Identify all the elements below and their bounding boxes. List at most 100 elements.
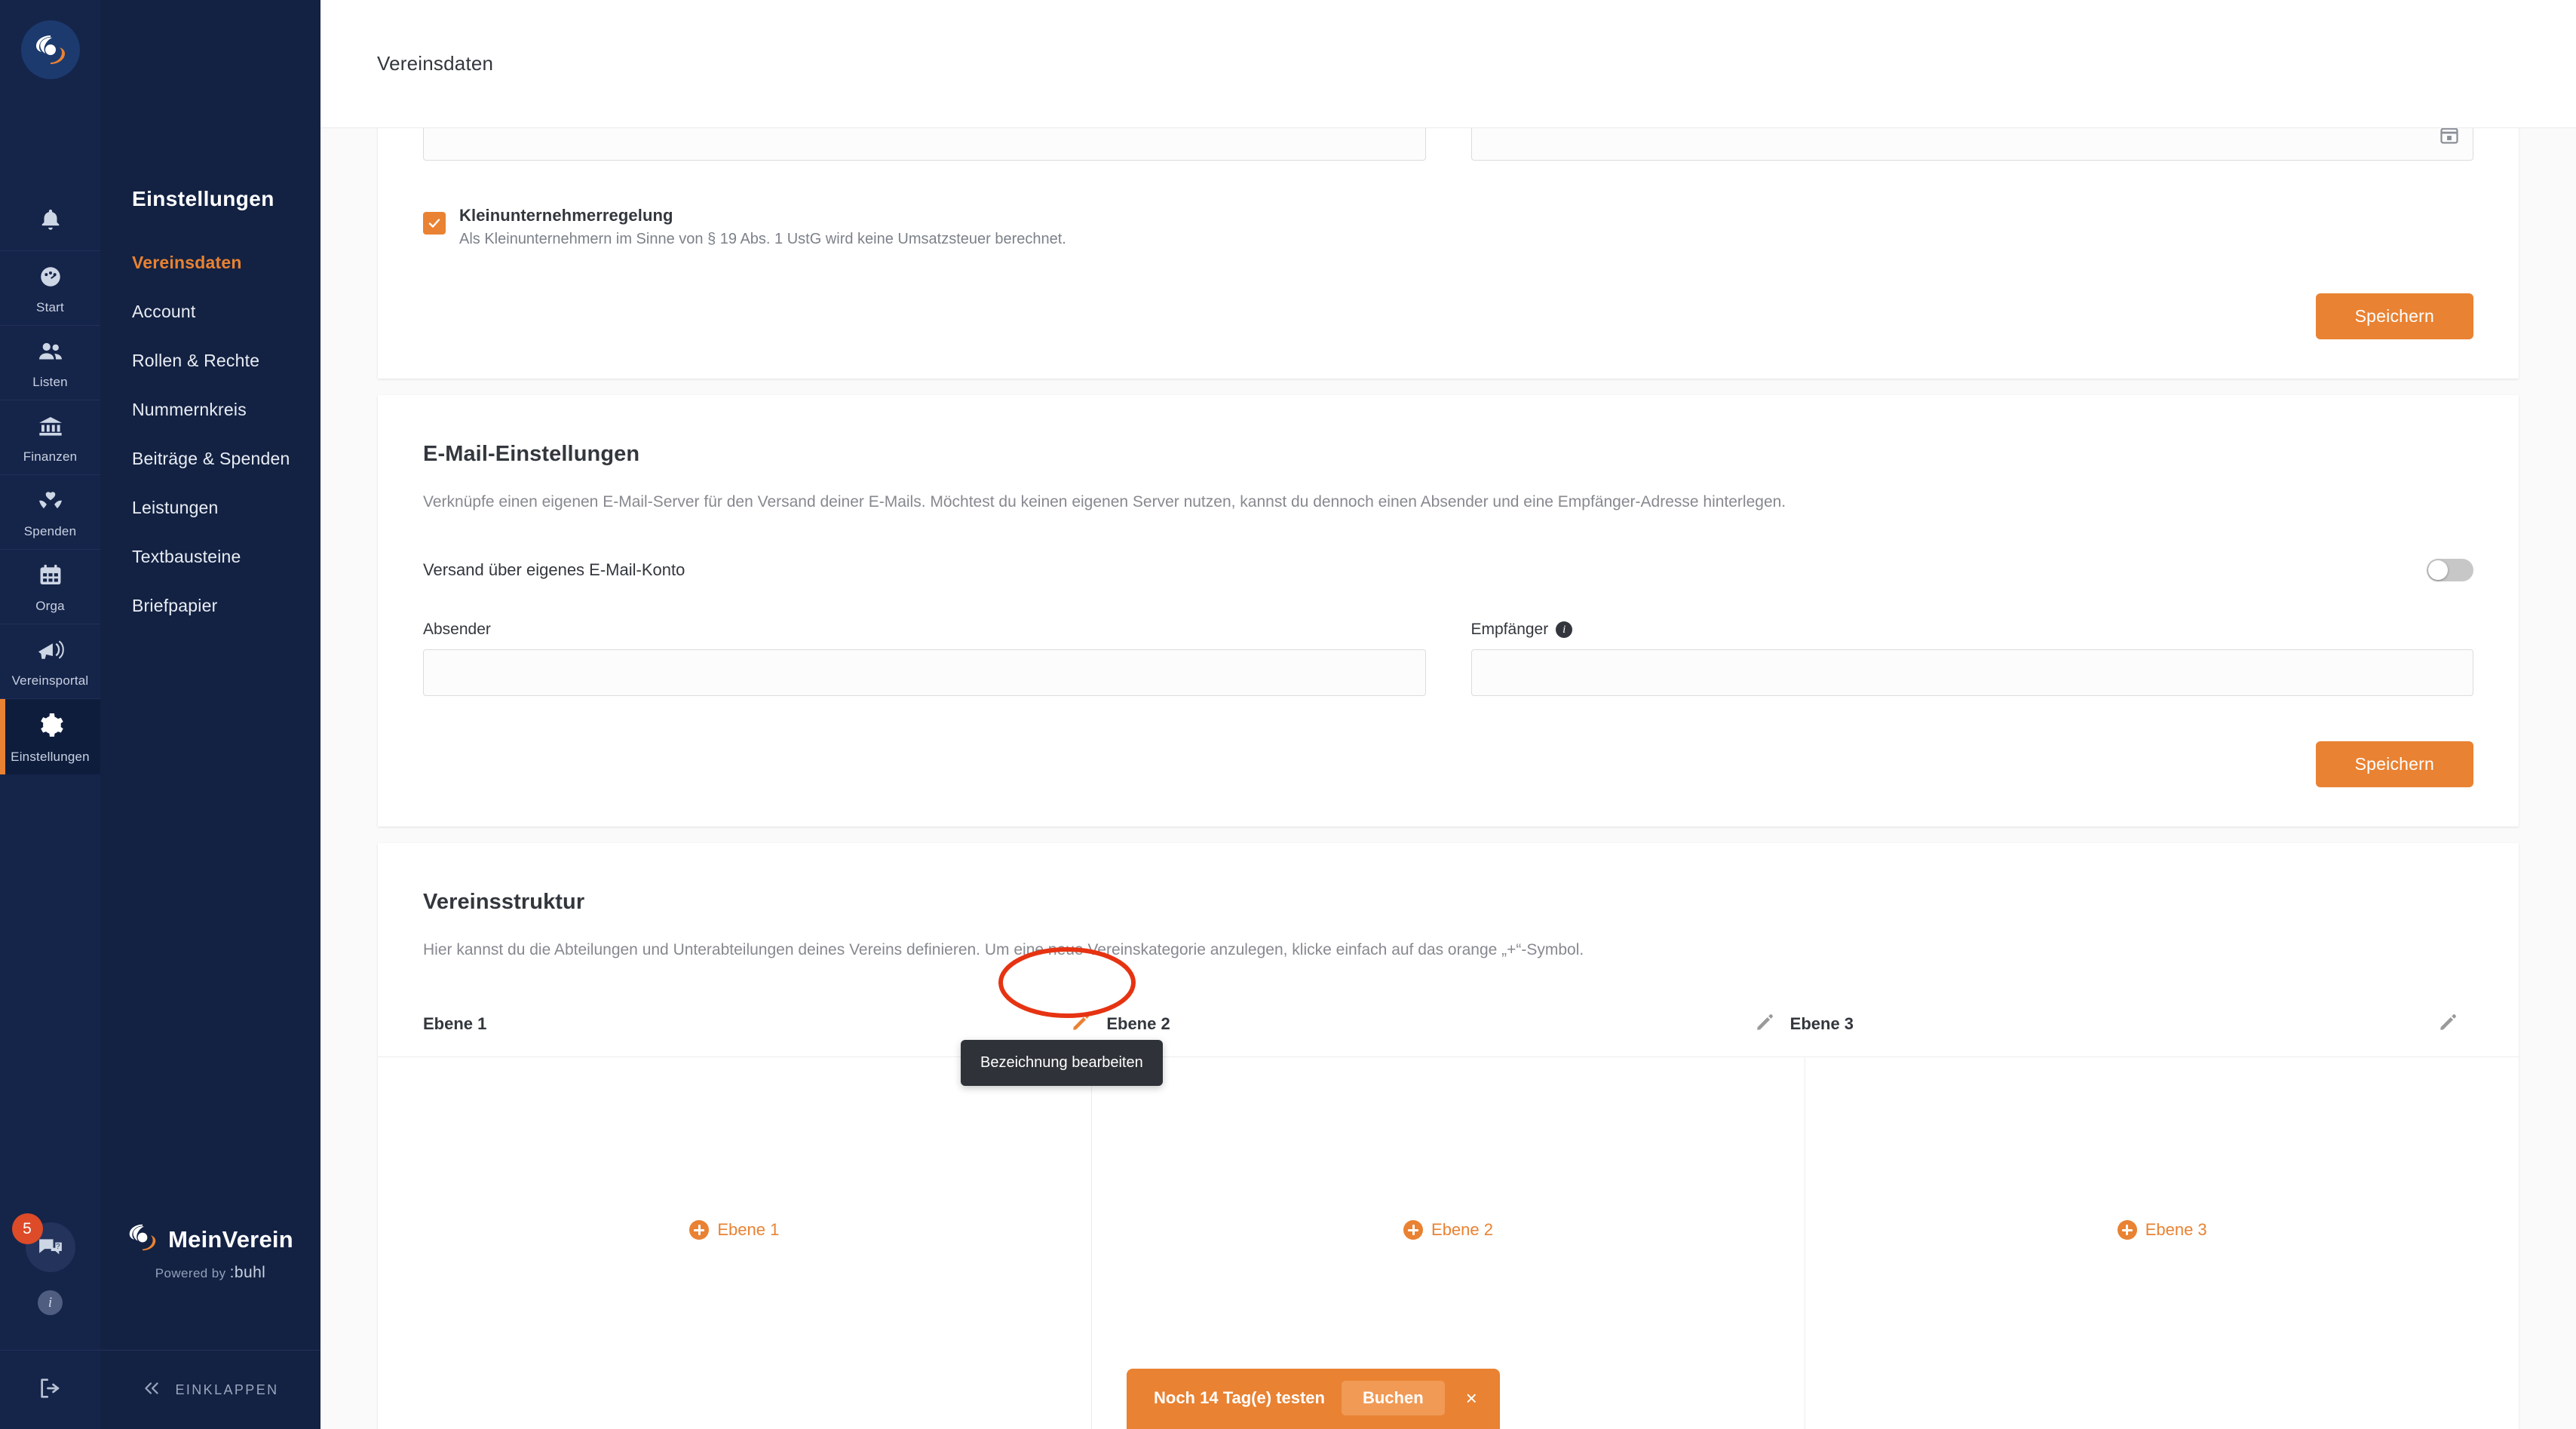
add-label: Ebene 1: [717, 1220, 780, 1240]
rail-item-label: Finanzen: [23, 449, 78, 464]
main-content: Kleinunternehmerregelung Als Kleinuntern…: [320, 128, 2576, 1429]
rail-item-orga[interactable]: Orga: [0, 549, 100, 624]
recipient-input[interactable]: [1470, 649, 2473, 697]
add-ebene-2-button[interactable]: Ebene 2: [1403, 1220, 1493, 1240]
level-header-3: Ebene 3: [1790, 1012, 2473, 1056]
rail-item-label: Listen: [32, 375, 68, 389]
rail-item-label: Vereinsportal: [11, 673, 89, 688]
rail-item-vereinsportal[interactable]: Vereinsportal: [0, 624, 100, 698]
page-header: Vereinsdaten: [320, 0, 2576, 128]
sidebar-item-textbausteine[interactable]: Textbausteine: [100, 532, 320, 581]
save-button-vereinsdaten[interactable]: Speichern: [2315, 293, 2473, 339]
rail-item-label: Orga: [35, 599, 65, 613]
sidebar-nav: Vereinsdaten Account Rollen & Rechte Num…: [100, 238, 320, 630]
rail-item-start[interactable]: Start: [0, 250, 100, 325]
kleinunternehmer-checkbox-row[interactable]: Kleinunternehmerregelung Als Kleinuntern…: [423, 206, 2473, 248]
sidebar-item-beitraege-spenden[interactable]: Beiträge & Spenden: [100, 434, 320, 483]
icon-rail: Start Listen Finanzen Spenden Orga Verei…: [0, 0, 100, 1429]
level-title: Ebene 2: [1106, 1014, 1170, 1034]
app-root: Start Listen Finanzen Spenden Orga Verei…: [0, 0, 2576, 1429]
checkbox-subtitle: Als Kleinunternehmern im Sinne von § 19 …: [459, 231, 1066, 247]
sender-label-text: Absender: [423, 621, 491, 639]
people-icon: [37, 339, 64, 368]
megaphone-icon: [36, 637, 65, 667]
vereinsdaten-card: Kleinunternehmerregelung Als Kleinuntern…: [378, 128, 2519, 379]
rail-item-label: Start: [36, 300, 64, 314]
rail-item-spenden[interactable]: Spenden: [0, 474, 100, 549]
add-ebene-3-button[interactable]: Ebene 3: [2117, 1220, 2207, 1240]
add-label: Ebene 2: [1431, 1220, 1493, 1240]
toggle-knob: [2428, 560, 2448, 581]
rail-item-finanzen[interactable]: Finanzen: [0, 400, 100, 474]
rail-item-einstellungen[interactable]: Einstellungen: [0, 698, 100, 774]
rail-item-listen[interactable]: Listen: [0, 325, 100, 400]
email-own-account-toggle[interactable]: [2427, 559, 2473, 582]
level-title: Ebene 3: [1789, 1014, 1854, 1034]
close-icon[interactable]: ×: [1461, 1388, 1482, 1408]
sidebar-item-briefpapier[interactable]: Briefpapier: [100, 581, 320, 630]
vereinsstruktur-card: Vereinsstruktur Hier kannst du die Abtei…: [378, 843, 2519, 1429]
pencil-icon[interactable]: [2437, 1012, 2458, 1037]
buchen-button[interactable]: Buchen: [1341, 1381, 1445, 1415]
email-toggle-label: Versand über eigenes E-Mail-Konto: [423, 560, 685, 580]
checkbox-checked-icon[interactable]: [423, 212, 446, 235]
help-badge-count: 5: [11, 1213, 43, 1244]
sender-input[interactable]: [423, 649, 1426, 697]
checkbox-title: Kleinunternehmerregelung: [459, 206, 673, 225]
level-title: Ebene 1: [423, 1014, 487, 1034]
structure-section-title: Vereinsstruktur: [423, 890, 585, 915]
page-title: Vereinsdaten: [377, 52, 494, 75]
email-settings-card: E-Mail-Einstellungen Verknüpfe einen eig…: [378, 395, 2519, 827]
plus-circle-icon: [2117, 1220, 2137, 1240]
recipient-label-text: Empfänger: [1470, 621, 1549, 639]
trial-text: Noch 14 Tag(e) testen: [1154, 1388, 1325, 1407]
powered-by-prefix: Powered by: [155, 1266, 226, 1280]
trial-banner: Noch 14 Tag(e) testen Buchen ×: [1127, 1369, 1500, 1429]
hands-heart-icon: [37, 488, 64, 517]
sidebar-title: Einstellungen: [132, 187, 274, 210]
settings-sidebar: Einstellungen Vereinsdaten Account Rolle…: [100, 0, 320, 1429]
collapse-sidebar-button[interactable]: EINKLAPPEN: [100, 1350, 320, 1429]
bell-icon[interactable]: [38, 207, 63, 237]
sidebar-item-vereinsdaten[interactable]: Vereinsdaten: [100, 238, 320, 287]
level-column-1: Ebene 1: [378, 1056, 1092, 1429]
meinverein-logo-icon[interactable]: [20, 20, 80, 79]
vereinsdaten-left-input[interactable]: [423, 128, 1426, 161]
calendar-icon: [38, 563, 63, 592]
email-section-description: Verknüpfe einen eigenen E-Mail-Server fü…: [423, 493, 1786, 511]
add-label: Ebene 3: [2145, 1220, 2207, 1240]
email-own-account-toggle-row: Versand über eigenes E-Mail-Konto: [423, 559, 2473, 582]
chevron-double-left-icon: [142, 1381, 161, 1400]
brand-block: MeinVerein Powered by :buhl: [100, 1222, 320, 1282]
vereinsdaten-date-input[interactable]: [1470, 128, 2473, 161]
rail-item-label: Spenden: [23, 524, 77, 538]
logout-icon: [38, 1376, 63, 1404]
collapse-label: EINKLAPPEN: [175, 1381, 279, 1397]
save-button-email[interactable]: Speichern: [2315, 741, 2473, 788]
info-icon[interactable]: i: [1556, 621, 1573, 639]
level-header-2: Ebene 2: [1106, 1012, 1789, 1056]
svg-text:?: ?: [56, 1243, 60, 1251]
sidebar-item-nummernkreis[interactable]: Nummernkreis: [100, 385, 320, 434]
plus-circle-icon: [689, 1220, 710, 1240]
sidebar-item-account[interactable]: Account: [100, 287, 320, 336]
level-column-3: Ebene 3: [1805, 1057, 2519, 1429]
add-ebene-1-button[interactable]: Ebene 1: [689, 1220, 779, 1240]
help-chat-button[interactable]: ? 5: [11, 1213, 75, 1272]
sidebar-item-rollen-rechte[interactable]: Rollen & Rechte: [100, 336, 320, 385]
levels-header-row: Ebene 1 Ebene 2 Ebene 3: [423, 1012, 2473, 1056]
meinverein-logo-icon: [127, 1222, 158, 1256]
pencil-icon[interactable]: [1754, 1012, 1775, 1037]
logout-button[interactable]: [0, 1350, 100, 1429]
pencil-icon[interactable]: [1070, 1012, 1091, 1037]
sidebar-item-leistungen[interactable]: Leistungen: [100, 483, 320, 532]
email-section-title: E-Mail-Einstellungen: [423, 442, 640, 466]
powered-by-name: :buhl: [229, 1264, 266, 1281]
brand-powered-by: Powered by :buhl: [100, 1264, 320, 1282]
bank-icon: [37, 413, 64, 443]
info-icon[interactable]: i: [38, 1290, 63, 1315]
brand-name: MeinVerein: [168, 1225, 293, 1253]
structure-section-description: Hier kannst du die Abteilungen und Unter…: [423, 941, 1584, 959]
plus-circle-icon: [1403, 1220, 1424, 1240]
tooltip-bezeichnung-bearbeiten: Bezeichnung bearbeiten: [961, 1040, 1163, 1086]
